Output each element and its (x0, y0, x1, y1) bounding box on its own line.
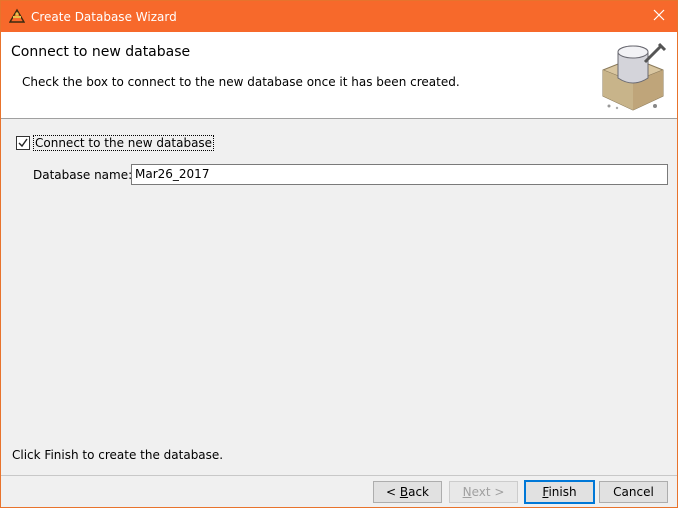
footer-separator (1, 475, 677, 476)
cancel-button[interactable]: Cancel (599, 481, 668, 503)
back-button[interactable]: < Back (373, 481, 442, 503)
back-mnemonic: B (399, 485, 409, 499)
back-rest: ack (408, 485, 429, 499)
checkmark-icon (18, 138, 28, 147)
next-rest: ext > (471, 485, 505, 499)
connect-checkbox[interactable] (16, 135, 30, 150)
close-icon (653, 9, 665, 24)
page-description: Check the box to connect to the new data… (22, 75, 460, 89)
next-mnemonic: N (462, 485, 472, 499)
connect-checkbox-label[interactable]: Connect to the new database (33, 134, 215, 151)
database-name-input[interactable] (131, 164, 668, 185)
wizard-app-icon (8, 8, 26, 24)
page-title: Connect to new database (11, 44, 191, 60)
title-bar[interactable]: Create Database Wizard (1, 1, 677, 32)
connect-checkbox-row[interactable]: Connect to the new database (16, 134, 215, 151)
database-illustration (597, 40, 667, 112)
window-title: Create Database Wizard (31, 10, 177, 24)
database-name-label: Database name: (33, 168, 133, 182)
next-button[interactable]: Next > (449, 481, 518, 503)
back-prefix: < (385, 485, 400, 499)
wizard-window: Create Database Wizard Connect to new da… (0, 0, 678, 508)
wizard-header: Connect to new database Check the box to… (1, 32, 677, 119)
finish-hint: Click Finish to create the database. (12, 448, 224, 462)
finish-button[interactable]: Finish (524, 480, 595, 504)
finish-rest: inish (548, 485, 577, 499)
close-button[interactable] (641, 1, 677, 32)
